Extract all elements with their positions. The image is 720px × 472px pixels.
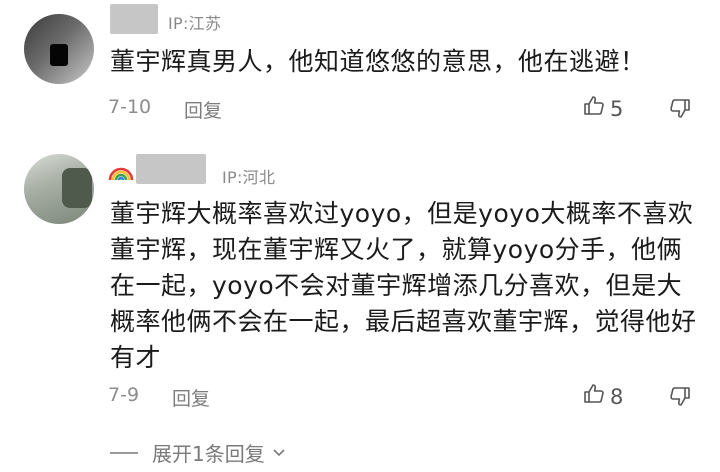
comment-date: 7-10 bbox=[108, 96, 152, 118]
like-button[interactable]: 5 bbox=[582, 94, 623, 123]
ip-location: IP:河北 bbox=[222, 168, 276, 187]
expand-replies-button[interactable]: 展开1条回复 bbox=[110, 438, 287, 467]
username-mosaic[interactable] bbox=[110, 4, 158, 34]
rainbow-badge-icon bbox=[108, 162, 134, 186]
reply-button[interactable]: 回复 bbox=[172, 384, 210, 411]
thumbs-down-icon bbox=[668, 99, 692, 124]
like-count: 8 bbox=[610, 384, 624, 409]
avatar[interactable] bbox=[24, 154, 94, 224]
comment-text[interactable]: 董宇辉真男人，他知道悠悠的意思，他在逃避！ bbox=[110, 44, 700, 80]
dislike-button[interactable] bbox=[668, 96, 692, 124]
comment-date: 7-9 bbox=[108, 384, 140, 406]
thumbs-up-icon bbox=[582, 382, 606, 411]
like-button[interactable]: 8 bbox=[582, 382, 623, 411]
username-mosaic[interactable] bbox=[136, 154, 206, 184]
comment-text[interactable]: 董宇辉大概率喜欢过yoyo，但是yoyo大概率不喜欢董宇辉，现在董宇辉又火了，就… bbox=[110, 196, 700, 376]
like-count: 5 bbox=[610, 96, 624, 121]
dislike-button[interactable] bbox=[668, 384, 692, 412]
reply-button[interactable]: 回复 bbox=[184, 96, 222, 123]
thumbs-up-icon bbox=[582, 94, 606, 123]
divider-line bbox=[110, 451, 138, 454]
comment-item: IP:江苏 董宇辉真男人，他知道悠悠的意思，他在逃避！ 7-10 回复 5 bbox=[0, 0, 720, 140]
chevron-down-icon bbox=[271, 441, 287, 465]
comment-item: IP:河北 董宇辉大概率喜欢过yoyo，但是yoyo大概率不喜欢董宇辉，现在董宇… bbox=[0, 140, 720, 430]
ip-location: IP:江苏 bbox=[168, 14, 222, 33]
thumbs-down-icon bbox=[668, 387, 692, 412]
avatar[interactable] bbox=[24, 14, 94, 84]
expand-replies-label: 展开1条回复 bbox=[152, 442, 265, 466]
